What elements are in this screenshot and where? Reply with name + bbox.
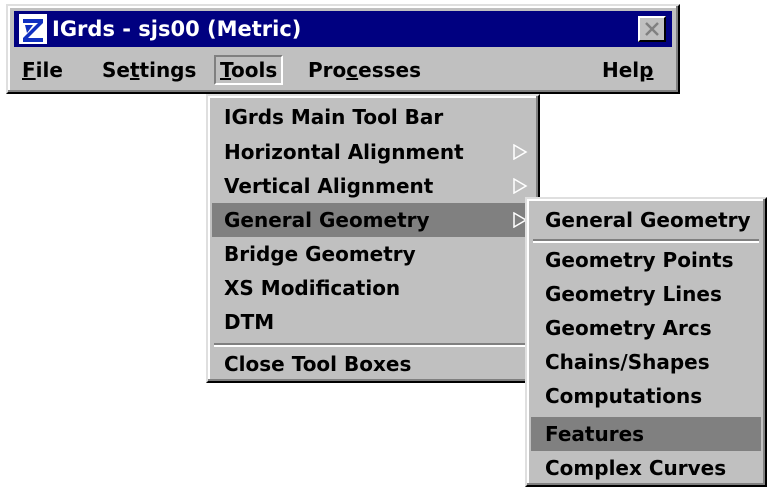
tools-item-main-tool-bar[interactable]: IGrds Main Tool Bar <box>212 100 534 134</box>
submenu-arrow-icon <box>513 144 528 160</box>
close-icon <box>645 22 659 36</box>
geo-item-geometry-lines[interactable]: Geometry Lines <box>531 277 761 311</box>
menu-processes[interactable]: Processes <box>304 57 425 83</box>
geo-item-geometry-points[interactable]: Geometry Points <box>531 243 761 277</box>
geo-item-computations[interactable]: Computations <box>531 379 761 413</box>
tools-item-bridge-geometry[interactable]: Bridge Geometry <box>212 237 534 271</box>
menu-file[interactable]: File <box>18 57 67 83</box>
tools-dropdown: IGrds Main Tool Bar Horizontal Alignment… <box>206 94 540 383</box>
geo-item-general-geometry[interactable]: General Geometry <box>531 203 761 237</box>
menu-bar: File Settings Tools Processes Help <box>14 53 672 87</box>
tools-item-horizontal-alignment[interactable]: Horizontal Alignment <box>212 135 534 169</box>
general-geometry-submenu: General Geometry Geometry Points Geometr… <box>525 197 767 487</box>
tools-item-general-geometry[interactable]: General Geometry <box>212 203 534 237</box>
tools-item-xs-modification[interactable]: XS Modification <box>212 271 534 305</box>
menu-tools[interactable]: Tools <box>214 55 284 85</box>
geo-item-chains-shapes[interactable]: Chains/Shapes <box>531 345 761 379</box>
geo-item-complex-curves[interactable]: Complex Curves <box>531 451 761 485</box>
geo-item-features[interactable]: Features <box>531 417 761 451</box>
menu-settings[interactable]: Settings <box>98 57 200 83</box>
submenu-arrow-icon <box>513 178 528 194</box>
window-title: IGrds - sjs00 (Metric) <box>52 17 302 41</box>
close-button[interactable] <box>638 16 666 42</box>
geo-item-geometry-arcs[interactable]: Geometry Arcs <box>531 311 761 345</box>
tools-item-vertical-alignment[interactable]: Vertical Alignment <box>212 169 534 203</box>
tools-item-dtm[interactable]: DTM <box>212 305 534 339</box>
igrds-logo-icon <box>19 14 47 44</box>
menu-help[interactable]: Help <box>598 57 658 83</box>
igrds-window: IGrds - sjs00 (Metric) File Settings Too… <box>6 4 680 94</box>
tools-item-close-tool-boxes[interactable]: Close Tool Boxes <box>212 347 534 381</box>
title-bar[interactable]: IGrds - sjs00 (Metric) <box>14 11 672 47</box>
